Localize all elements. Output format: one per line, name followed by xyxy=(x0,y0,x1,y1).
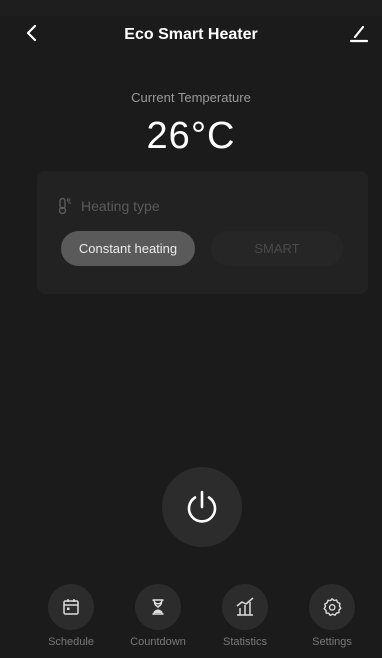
hourglass-icon xyxy=(152,599,164,615)
option-smart[interactable]: SMART xyxy=(211,231,343,266)
tab-statistics-circle xyxy=(222,584,268,630)
thermometer-icon xyxy=(58,197,71,215)
tab-settings-circle xyxy=(309,584,355,630)
edit-icon xyxy=(349,25,369,43)
edit-button[interactable] xyxy=(348,22,370,44)
tab-countdown-circle xyxy=(135,584,181,630)
tab-settings-label: Settings xyxy=(312,636,352,648)
tab-statistics-label: Statistics xyxy=(222,636,267,648)
power-button[interactable] xyxy=(162,467,242,547)
tab-schedule-label: Schedule xyxy=(48,636,94,648)
current-temperature-label: Current Temperature xyxy=(131,90,251,105)
tab-statistics[interactable]: Statistics xyxy=(205,584,285,648)
gear-icon xyxy=(323,598,342,617)
tab-countdown[interactable]: Countdown xyxy=(118,584,198,648)
current-temperature-value: 26°C xyxy=(146,115,236,157)
status-bar xyxy=(0,0,382,16)
tab-schedule-circle xyxy=(48,584,94,630)
heating-type-card: Heating type Constant heating SMART xyxy=(37,171,368,294)
heating-type-header: Heating type xyxy=(57,196,160,216)
option-constant-heating[interactable]: Constant heating xyxy=(61,231,195,266)
calendar-icon xyxy=(63,599,79,615)
heating-type-label: Heating type xyxy=(81,198,160,214)
chart-icon xyxy=(236,597,254,616)
page-title: Eco Smart Heater xyxy=(124,26,258,43)
tab-countdown-label: Countdown xyxy=(130,636,186,648)
tab-schedule[interactable]: Schedule xyxy=(31,584,111,648)
power-icon xyxy=(187,490,217,523)
tab-settings[interactable]: Settings xyxy=(292,584,372,648)
top-nav: Eco Smart Heater xyxy=(0,16,382,50)
